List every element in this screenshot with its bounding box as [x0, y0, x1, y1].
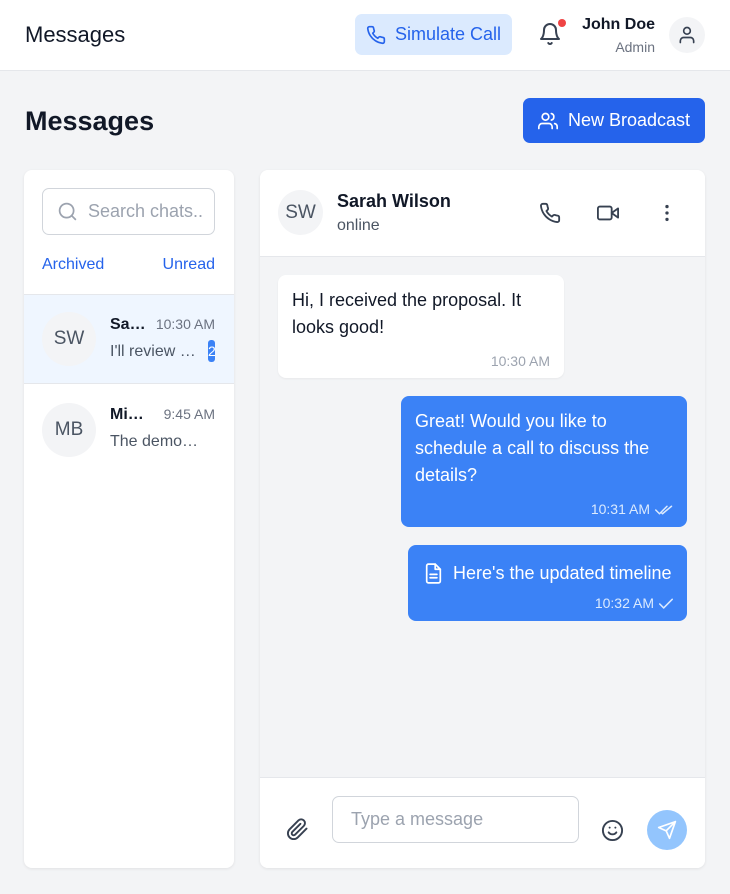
user-name: John Doe: [582, 16, 655, 33]
voice-call-icon[interactable]: [538, 201, 562, 225]
avatar: SW: [42, 312, 96, 366]
chat-list-item[interactable]: MB Michael Brown 9:45 AM The demo went w…: [24, 385, 234, 475]
filter-archived[interactable]: Archived: [42, 256, 104, 274]
check-icon: [659, 598, 673, 610]
phone-icon: [366, 25, 386, 45]
file-attachment: Here's the updated timeline: [425, 560, 672, 587]
search-chats-input[interactable]: Search chats..: [42, 188, 215, 235]
double-check-icon: [655, 504, 673, 516]
user-role: Admin: [615, 39, 655, 55]
page-title: Messages: [25, 106, 155, 136]
avatar: MB: [42, 403, 96, 457]
top-bar: Messages Simulate Call John Doe Admin: [0, 0, 730, 71]
message-input[interactable]: [332, 796, 579, 843]
user-icon: [677, 25, 697, 45]
message-meta: 10:32 AM: [595, 590, 673, 617]
chat-time: 10:30 AM: [155, 316, 215, 332]
conversation-header: SW Sarah Wilson online: [260, 170, 705, 257]
notification-dot: [558, 19, 566, 27]
new-broadcast-button[interactable]: New Broadcast: [523, 98, 705, 143]
attachment-icon[interactable]: [286, 818, 310, 842]
send-icon: [657, 820, 677, 840]
send-button[interactable]: [647, 810, 687, 850]
message-time: 10:31 AM: [590, 501, 650, 517]
message-incoming: Hi, I received the proposal. It looks go…: [278, 275, 564, 378]
chat-list-panel: Search chats.. Archived Unread SW Sarah …: [24, 170, 234, 868]
chat-contact-name: Michael Brown: [110, 406, 150, 423]
message-time: 10:32 AM: [594, 595, 654, 611]
users-icon: [537, 111, 558, 131]
search-icon: [57, 201, 78, 222]
file-name: Here's the updated timeline: [453, 563, 672, 583]
message-area: Hi, I received the proposal. It looks go…: [260, 257, 705, 777]
message-outgoing-file[interactable]: Here's the updated timeline 10:32 AM: [408, 545, 687, 621]
chat-preview: The demo went well: [110, 433, 199, 450]
contact-avatar: SW: [278, 190, 323, 235]
message-meta: 10:31 AM: [591, 496, 673, 523]
unread-badge: 2: [208, 340, 215, 362]
more-options-icon[interactable]: [655, 201, 679, 225]
message-composer: [260, 777, 705, 868]
emoji-icon[interactable]: [601, 819, 625, 843]
new-broadcast-label: New Broadcast: [567, 110, 691, 130]
simulate-call-button[interactable]: Simulate Call: [355, 14, 512, 55]
search-placeholder: Search chats..: [88, 201, 204, 221]
contact-status: online: [337, 217, 380, 234]
filter-unread[interactable]: Unread: [163, 256, 215, 274]
user-avatar[interactable]: [669, 17, 705, 53]
contact-name: Sarah Wilson: [337, 191, 451, 211]
simulate-call-label: Simulate Call: [394, 24, 502, 44]
message-time: 10:30 AM: [490, 353, 550, 369]
app-title: Messages: [25, 22, 126, 47]
message-text: Great! Would you like to schedule a call…: [415, 411, 650, 485]
video-call-icon[interactable]: [596, 201, 620, 225]
chat-contact-name: Sarah Wilson: [110, 316, 150, 333]
chat-preview: I'll review the proposal: [110, 343, 199, 360]
chat-time: 9:45 AM: [163, 406, 215, 422]
message-meta: 10:30 AM: [491, 348, 550, 375]
chat-list-item[interactable]: SW Sarah Wilson 10:30 AM I'll review the…: [24, 294, 234, 384]
file-icon: [425, 563, 442, 584]
message-text: Hi, I received the proposal. It looks go…: [292, 290, 522, 337]
conversation-panel: SW Sarah Wilson online Hi, I received th…: [260, 170, 705, 868]
message-outgoing: Great! Would you like to schedule a call…: [401, 396, 687, 527]
